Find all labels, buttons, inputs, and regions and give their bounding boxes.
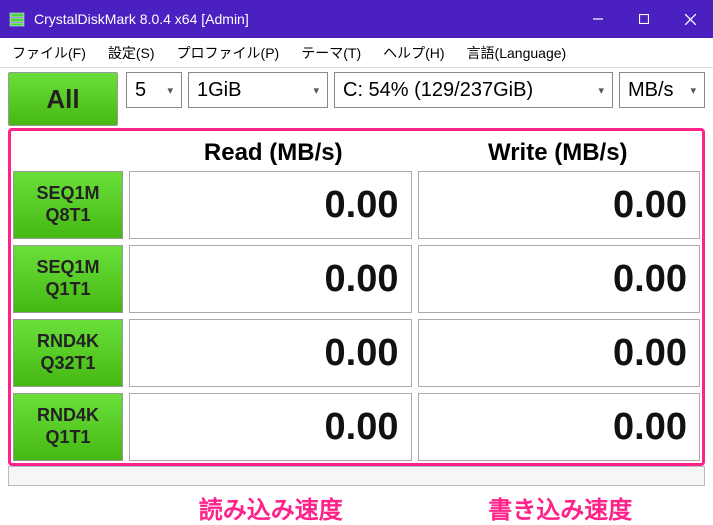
menu-profile[interactable]: プロファイル(P) (173, 40, 284, 66)
read-value: 0.00 (129, 319, 412, 387)
menu-settings[interactable]: 設定(S) (104, 40, 159, 66)
annotation-footer: 読み込み速度 書き込み速度 (8, 488, 705, 525)
read-value: 0.00 (129, 393, 412, 461)
run-all-label: All (46, 84, 79, 115)
chevron-down-icon: ▾ (690, 84, 696, 97)
test-label-line1: RND4K (37, 331, 99, 353)
size-select[interactable]: 1GiB ▾ (188, 72, 328, 108)
test-button-rnd4k-q1t1[interactable]: RND4K Q1T1 (13, 393, 123, 461)
test-button-seq1m-q8t1[interactable]: SEQ1M Q8T1 (13, 171, 123, 239)
menu-help[interactable]: ヘルプ(H) (379, 40, 448, 66)
table-row: RND4K Q1T1 0.00 0.00 (13, 393, 700, 461)
titlebar: CrystalDiskMark 8.0.4 x64 [Admin] (0, 0, 713, 38)
table-row: SEQ1M Q1T1 0.00 0.00 (13, 245, 700, 313)
test-label-line2: Q1T1 (45, 279, 90, 301)
test-label-line2: Q32T1 (40, 353, 95, 375)
read-value: 0.00 (129, 245, 412, 313)
table-row: RND4K Q32T1 0.00 0.00 (13, 319, 700, 387)
selectors: 5 ▾ 1GiB ▾ C: 54% (129/237GiB) ▾ MB/s ▾ (126, 72, 705, 108)
test-label-line1: RND4K (37, 405, 99, 427)
run-all-button[interactable]: All (8, 72, 118, 126)
count-select[interactable]: 5 ▾ (126, 72, 182, 108)
menu-language[interactable]: 言語(Language) (463, 40, 571, 66)
drive-value: C: 54% (129/237GiB) (343, 79, 533, 102)
highlight-box: Read (MB/s) Write (MB/s) SEQ1M Q8T1 0.00… (8, 128, 705, 466)
test-label-line1: SEQ1M (36, 257, 99, 279)
close-button[interactable] (667, 0, 713, 38)
toolbar: All 5 ▾ 1GiB ▾ C: 54% (129/237GiB) ▾ MB/… (0, 68, 713, 126)
maximize-button[interactable] (621, 0, 667, 38)
menu-file[interactable]: ファイル(F) (8, 40, 90, 66)
chevron-down-icon: ▾ (598, 84, 604, 97)
grid-rows: SEQ1M Q8T1 0.00 0.00 SEQ1M Q1T1 0.00 0.0… (13, 171, 700, 461)
unit-select[interactable]: MB/s ▾ (619, 72, 705, 108)
read-value: 0.00 (129, 171, 412, 239)
annotation-write: 書き込み速度 (416, 488, 706, 525)
chevron-down-icon: ▾ (313, 84, 319, 97)
header-write: Write (MB/s) (416, 133, 701, 171)
grid-header: Read (MB/s) Write (MB/s) (131, 133, 700, 171)
test-label-line2: Q8T1 (45, 205, 90, 227)
minimize-button[interactable] (575, 0, 621, 38)
count-value: 5 (135, 79, 146, 102)
write-value: 0.00 (418, 171, 701, 239)
header-read: Read (MB/s) (131, 133, 416, 171)
window-title: CrystalDiskMark 8.0.4 x64 [Admin] (34, 11, 575, 27)
menu-theme[interactable]: テーマ(T) (297, 40, 365, 66)
test-label-line2: Q1T1 (45, 427, 90, 449)
status-bar (8, 466, 705, 486)
size-value: 1GiB (197, 79, 241, 102)
table-row: SEQ1M Q8T1 0.00 0.00 (13, 171, 700, 239)
test-button-seq1m-q1t1[interactable]: SEQ1M Q1T1 (13, 245, 123, 313)
write-value: 0.00 (418, 393, 701, 461)
menubar: ファイル(F) 設定(S) プロファイル(P) テーマ(T) ヘルプ(H) 言語… (0, 38, 713, 68)
drive-select[interactable]: C: 54% (129/237GiB) ▾ (334, 72, 613, 108)
test-button-rnd4k-q32t1[interactable]: RND4K Q32T1 (13, 319, 123, 387)
annotation-read: 読み込み速度 (126, 488, 416, 525)
test-label-line1: SEQ1M (36, 183, 99, 205)
unit-value: MB/s (628, 79, 674, 102)
write-value: 0.00 (418, 319, 701, 387)
write-value: 0.00 (418, 245, 701, 313)
chevron-down-icon: ▾ (167, 84, 173, 97)
result-grid: Read (MB/s) Write (MB/s) SEQ1M Q8T1 0.00… (8, 128, 705, 466)
app-icon (8, 10, 26, 28)
